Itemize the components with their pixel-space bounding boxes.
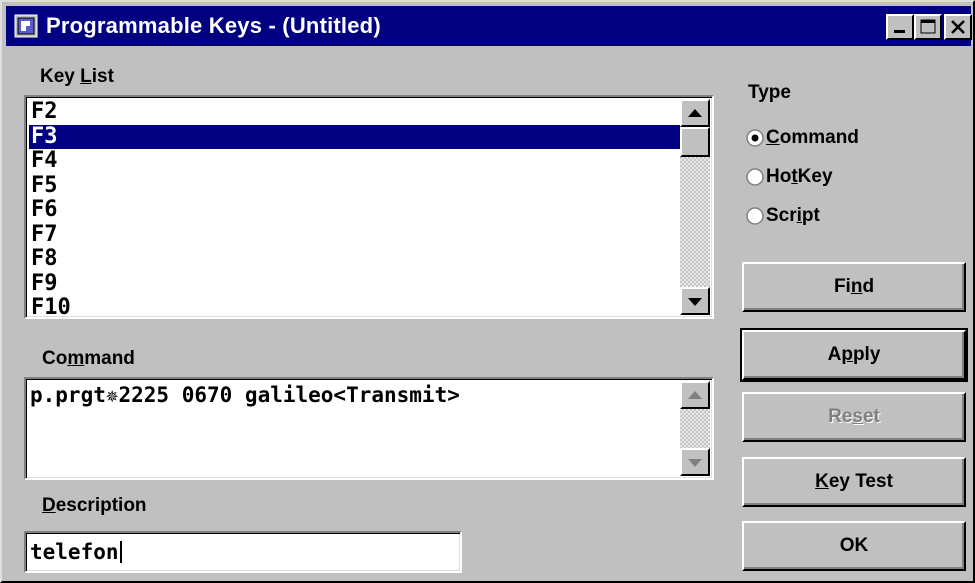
radio-button-checked-icon xyxy=(746,129,764,147)
apply-button[interactable]: Apply xyxy=(740,328,968,382)
key-list-items: F2 F3 F4 F5 F6 F7 F8 F9 F10 xyxy=(29,100,680,321)
key-list-item[interactable]: F6 xyxy=(29,198,680,223)
key-list-item[interactable]: F2 xyxy=(29,100,680,125)
description-label: Description xyxy=(42,495,147,516)
key-list-item[interactable]: F4 xyxy=(29,149,680,174)
command-label: Command xyxy=(42,348,135,369)
command-value: p.prgt✵2225 0670 galileo<Transmit> xyxy=(30,383,460,407)
app-icon[interactable] xyxy=(14,14,38,38)
key-list-box[interactable]: F2 F3 F4 F5 F6 F7 F8 F9 F10 xyxy=(24,95,714,319)
key-test-button[interactable]: Key Test xyxy=(742,457,966,507)
key-list-item[interactable]: F7 xyxy=(29,223,680,248)
window-title: Programmable Keys - (Untitled) xyxy=(46,13,381,38)
key-list-item[interactable]: F3 xyxy=(29,124,680,149)
command-scroll-down-button[interactable] xyxy=(680,448,710,476)
scroll-up-button[interactable] xyxy=(680,99,710,127)
maximize-button[interactable] xyxy=(914,14,942,40)
description-value: telefon xyxy=(30,540,119,564)
type-label: Type xyxy=(748,82,791,103)
programmable-keys-window: Programmable Keys - (Untitled) Key List … xyxy=(0,0,975,583)
command-scroll-up-button[interactable] xyxy=(680,381,710,409)
description-input[interactable]: telefon xyxy=(24,531,462,573)
text-caret xyxy=(119,541,122,563)
key-list-item[interactable]: F5 xyxy=(29,174,680,199)
command-scrollbar[interactable] xyxy=(680,381,710,476)
key-list-label: Key List xyxy=(40,66,114,87)
command-textarea[interactable]: p.prgt✵2225 0670 galileo<Transmit> xyxy=(24,377,714,480)
key-list-item[interactable]: F8 xyxy=(29,247,680,272)
scroll-down-button[interactable] xyxy=(680,287,710,315)
ok-button[interactable]: OK xyxy=(742,521,966,571)
minimize-button[interactable] xyxy=(886,14,914,40)
title-bar[interactable]: Programmable Keys - (Untitled) xyxy=(6,6,972,46)
radio-button-icon xyxy=(746,207,764,225)
close-button[interactable] xyxy=(944,14,972,40)
radio-button-icon xyxy=(746,168,764,186)
key-list-item[interactable]: F9 xyxy=(29,272,680,297)
key-list-item[interactable]: F10 xyxy=(29,296,680,321)
reset-button[interactable]: Reset xyxy=(742,392,966,442)
key-list-scrollbar[interactable] xyxy=(680,99,710,315)
find-button[interactable]: Find xyxy=(742,262,966,312)
scroll-thumb[interactable] xyxy=(680,127,710,157)
